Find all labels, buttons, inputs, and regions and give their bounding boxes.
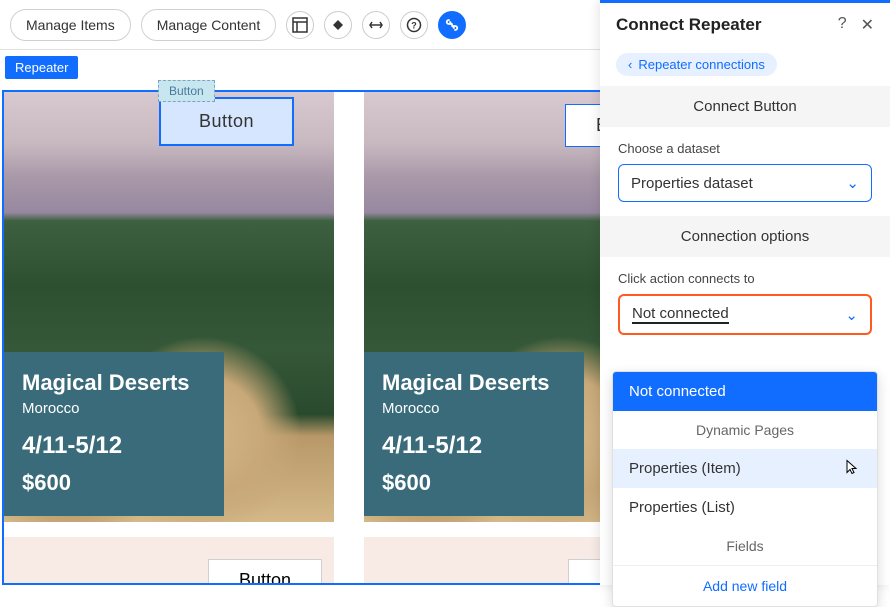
dropdown-option-not-connected[interactable]: Not connected xyxy=(613,372,877,411)
card-info-overlay: Magical Deserts Morocco 4/11-5/12 $600 xyxy=(4,352,224,516)
help-icon[interactable]: ? xyxy=(400,11,428,39)
svg-text:?: ? xyxy=(412,20,418,30)
manage-content-button[interactable]: Manage Content xyxy=(141,9,277,41)
section-connection-options: Connection options xyxy=(600,216,890,257)
stretch-icon[interactable] xyxy=(362,11,390,39)
dropdown-option-properties-list[interactable]: Properties (List) xyxy=(613,488,877,527)
card-dates: 4/11-5/12 xyxy=(382,432,566,460)
dropdown-group-fields: Fields xyxy=(613,527,877,565)
click-action-value: Not connected xyxy=(632,305,729,324)
card-info-overlay: Magical Deserts Morocco 4/11-5/12 $600 xyxy=(364,352,584,516)
animation-icon[interactable] xyxy=(324,11,352,39)
click-action-select[interactable]: Not connected ⌄ xyxy=(618,294,872,335)
chevron-left-icon: ‹ xyxy=(628,57,632,72)
card-dates: 4/11-5/12 xyxy=(22,432,206,460)
repeater-badge: Repeater xyxy=(5,56,78,79)
back-link[interactable]: ‹ Repeater connections xyxy=(616,53,777,76)
action-block: Click action connects to Not connected ⌄ xyxy=(600,257,890,349)
panel-help-icon[interactable]: ? xyxy=(838,15,847,35)
connect-data-icon[interactable] xyxy=(438,11,466,39)
dropdown-option-properties-item[interactable]: Properties (Item) xyxy=(613,449,877,488)
click-action-dropdown: Not connected Dynamic Pages Properties (… xyxy=(612,371,878,607)
cursor-icon xyxy=(843,458,859,479)
action-label: Click action connects to xyxy=(618,271,872,286)
card-button[interactable]: Button xyxy=(208,559,322,585)
panel-title: Connect Repeater xyxy=(616,15,761,35)
card-title: Magical Deserts xyxy=(382,370,566,396)
button-badge: Button xyxy=(158,80,215,102)
card-title: Magical Deserts xyxy=(22,370,206,396)
dataset-select[interactable]: Properties dataset ⌄ xyxy=(618,164,872,202)
card-location: Morocco xyxy=(382,400,566,417)
dropdown-group-dynamic: Dynamic Pages xyxy=(613,411,877,449)
chevron-down-icon: ⌄ xyxy=(846,174,859,192)
layout-icon[interactable] xyxy=(286,11,314,39)
card-price: $600 xyxy=(22,470,206,496)
manage-items-button[interactable]: Manage Items xyxy=(10,9,131,41)
panel-close-icon[interactable]: ✕ xyxy=(861,15,874,35)
repeater-item[interactable]: Button Magical Deserts Morocco 4/11-5/12… xyxy=(4,92,334,522)
connect-panel: Connect Repeater ? ✕ ‹ Repeater connecti… xyxy=(600,0,890,585)
card-location: Morocco xyxy=(22,400,206,417)
card-price: $600 xyxy=(382,470,566,496)
panel-header: Connect Repeater ? ✕ xyxy=(600,3,890,47)
dataset-value: Properties dataset xyxy=(631,175,753,192)
back-link-label: Repeater connections xyxy=(638,57,764,72)
chevron-down-icon: ⌄ xyxy=(845,306,858,324)
add-new-field-link[interactable]: Add new field xyxy=(613,565,877,606)
repeater-item[interactable]: Button xyxy=(4,537,334,585)
dropdown-option-label: Properties (Item) xyxy=(629,460,741,477)
section-connect-button: Connect Button xyxy=(600,86,890,127)
dataset-label: Choose a dataset xyxy=(618,141,872,156)
dataset-block: Choose a dataset Properties dataset ⌄ xyxy=(600,127,890,216)
card-button-selected[interactable]: Button xyxy=(159,97,294,146)
